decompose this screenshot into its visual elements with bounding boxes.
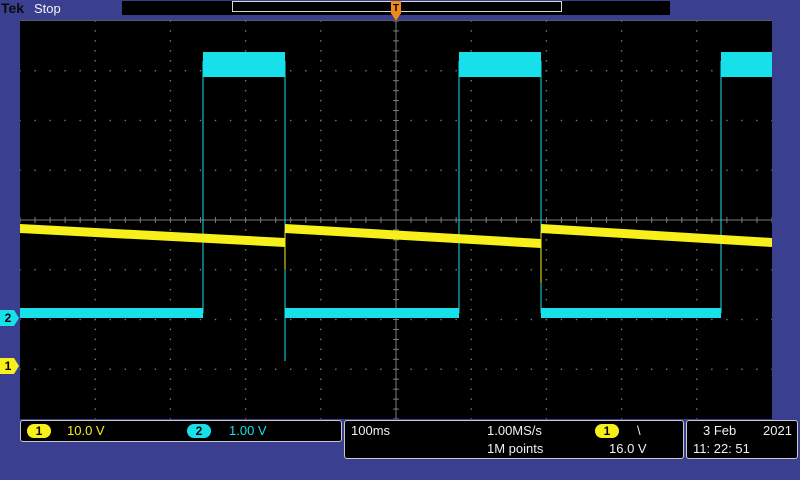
channel-2-marker-label: 2 xyxy=(4,311,12,325)
channel-1-marker-label: 1 xyxy=(4,359,12,373)
sample-rate: 1.00MS/s xyxy=(487,423,542,438)
brand-logo: Tek xyxy=(1,0,25,16)
trigger-level[interactable]: 16.0 V xyxy=(609,441,647,457)
waveforms xyxy=(20,52,772,361)
timebase-trigger-panel[interactable]: 100ms 1.00MS/s 1M points 1 \ 16.0 V xyxy=(344,420,684,459)
channel-2-trace-low xyxy=(285,308,459,318)
channel-2-badge[interactable]: 2 xyxy=(187,424,211,438)
trigger-source-badge[interactable]: 1 xyxy=(595,424,619,438)
trigger-position-label: T xyxy=(393,3,399,14)
timebase-scale[interactable]: 100ms xyxy=(351,423,390,439)
channel-2-trace-low xyxy=(541,308,721,318)
record-length: 1M points xyxy=(487,441,544,456)
channel-2-trace-high xyxy=(721,52,772,77)
channel-settings-panel[interactable]: 1 10.0 V 2 1.00 V xyxy=(20,420,342,442)
trigger-position-marker-icon[interactable]: T xyxy=(389,0,403,22)
channel-2-scale[interactable]: 1.00 V xyxy=(229,423,267,439)
date-display: 3 Feb xyxy=(703,423,737,438)
channel-1-trace-segment xyxy=(541,224,772,247)
channel-2-trace-low xyxy=(20,308,203,318)
trigger-slope-icon[interactable]: \ xyxy=(637,423,641,439)
channel-1-scale[interactable]: 10.0 V xyxy=(67,423,105,439)
channel-1-ground-marker[interactable]: 1 xyxy=(0,358,20,374)
datetime-panel: 3 Feb 2021 11: 22: 51 xyxy=(686,420,798,459)
channel-1-trace-segment xyxy=(285,224,541,248)
channel-1-trace-segment xyxy=(20,224,285,247)
channel-2-ground-marker[interactable]: 2 xyxy=(0,310,20,326)
channel-2-trace-high xyxy=(203,52,285,77)
year-display: 2021 xyxy=(763,423,792,438)
acquisition-state: Stop xyxy=(34,1,61,16)
channel-2-trace-high xyxy=(459,52,541,77)
time-display: 11: 22: 51 xyxy=(693,441,750,456)
status-bar: Tek Stop T xyxy=(0,0,800,21)
waveform-display[interactable] xyxy=(20,20,772,419)
channel-1-badge[interactable]: 1 xyxy=(27,424,51,438)
